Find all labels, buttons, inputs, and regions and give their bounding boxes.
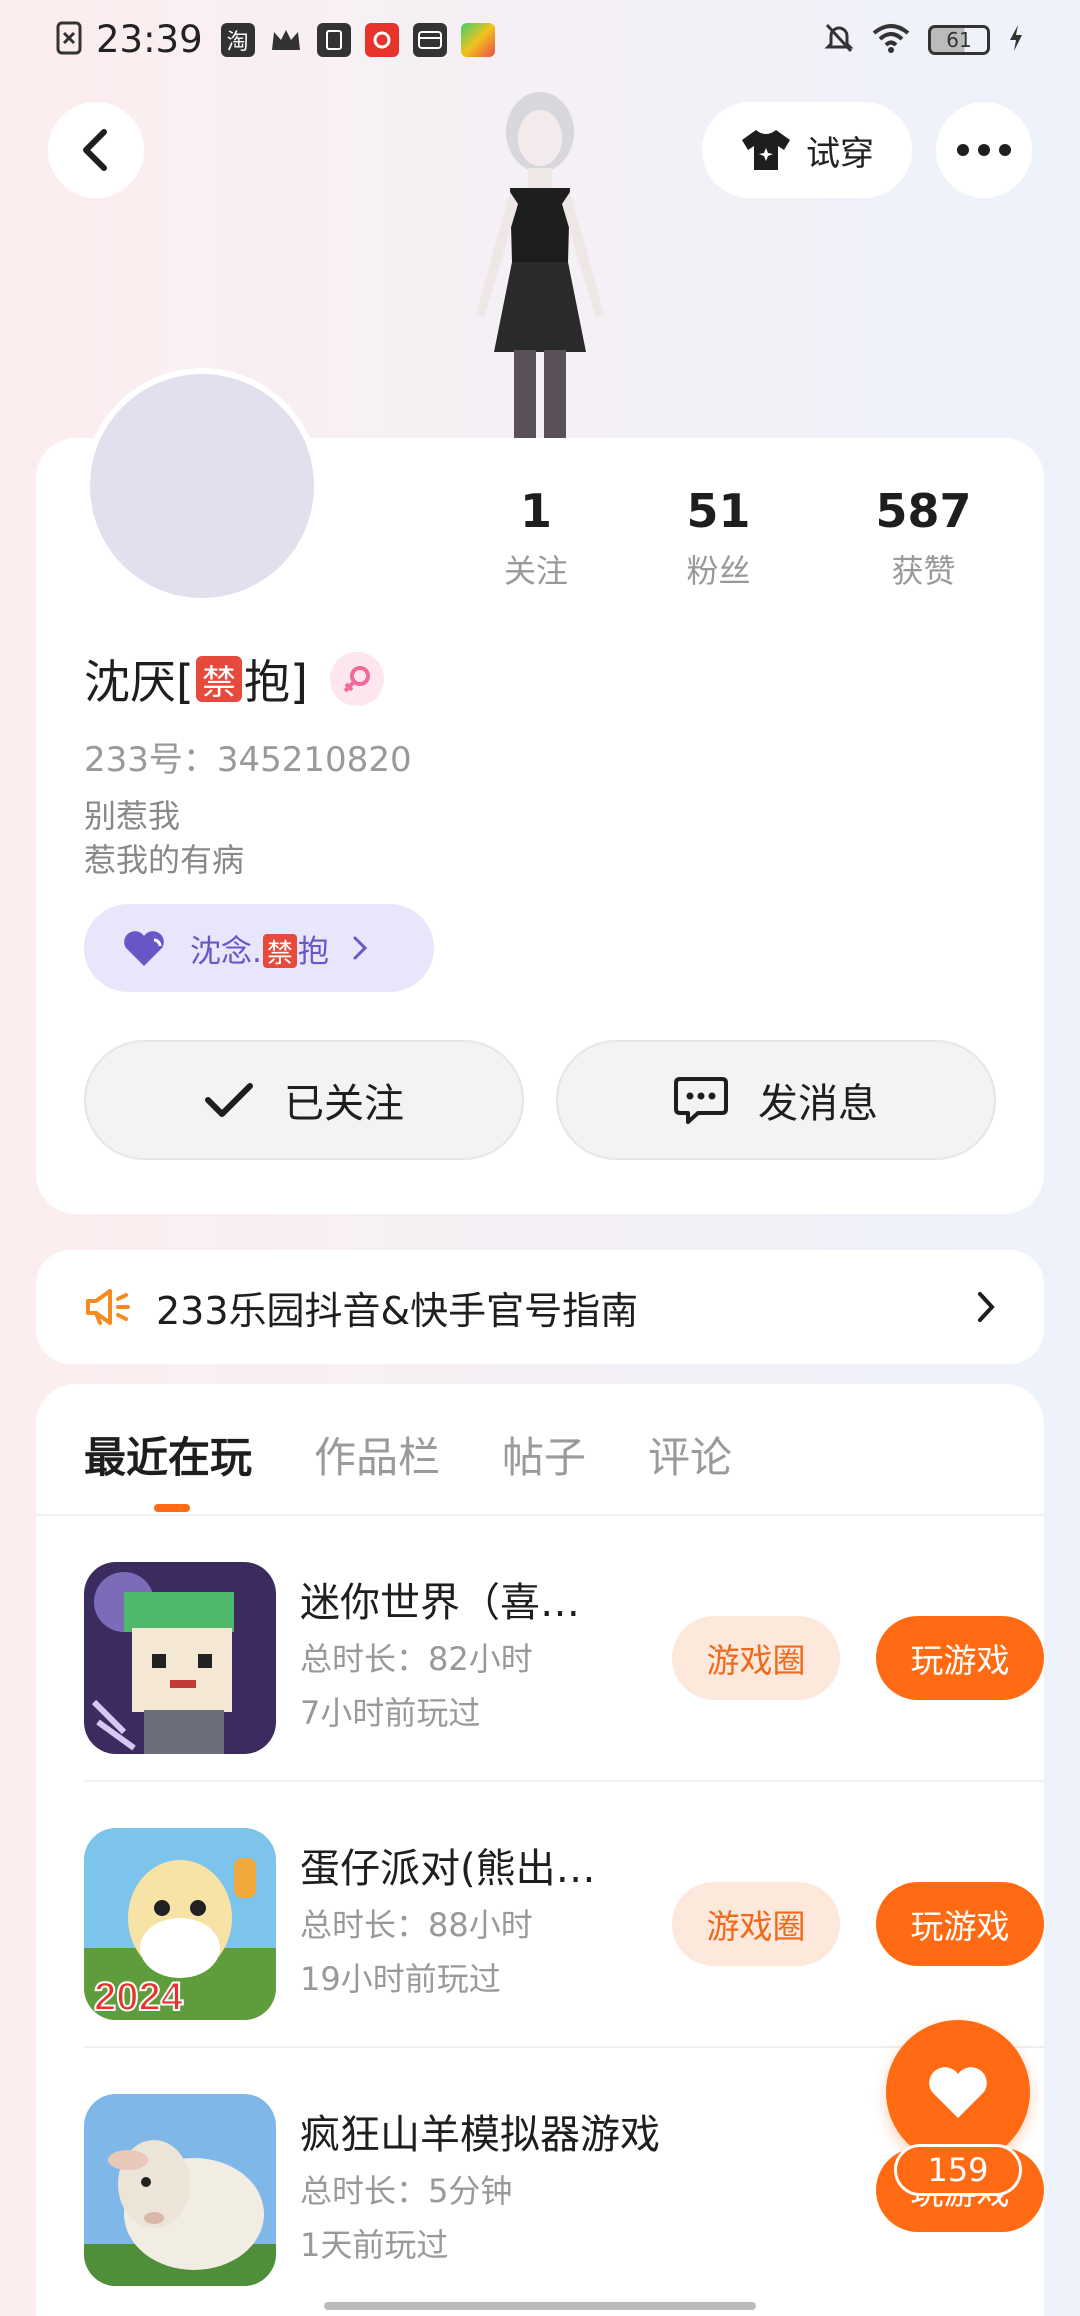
tab-comments[interactable]: 评论 — [648, 1424, 732, 1485]
game-duration: 总时长：88小时 — [300, 1906, 533, 1944]
stat-value: 51 — [686, 484, 751, 538]
svg-text:2024: 2024 — [94, 1975, 184, 2019]
stat-label: 粉丝 — [686, 552, 751, 590]
notice-bar[interactable]: 233乐园抖音&快手官号指南 — [36, 1250, 1044, 1364]
more-button[interactable] — [936, 102, 1032, 198]
like-count-badge: 159 — [894, 2144, 1022, 2196]
heart-icon — [929, 2067, 987, 2118]
megaphone-icon — [86, 1289, 130, 1325]
game-title: 疯狂山羊模拟器游戏 — [300, 2112, 660, 2158]
try-on-label: 试穿 — [806, 133, 874, 174]
charging-icon — [1008, 24, 1024, 56]
bio: 别惹我 惹我的有病 — [84, 794, 244, 882]
tshirt-icon — [742, 130, 790, 170]
active-tab-indicator — [154, 1504, 190, 1512]
following-label: 已关注 — [284, 1081, 404, 1127]
game-last-played: 19小时前玩过 — [300, 1960, 501, 1998]
back-button[interactable] — [48, 102, 144, 198]
tab-works[interactable]: 作品栏 — [314, 1424, 440, 1485]
send-message-label: 发消息 — [758, 1081, 878, 1127]
profile-stats: 1 关注 51 粉丝 587 获赞 — [456, 484, 1026, 592]
like-button[interactable] — [886, 2020, 1030, 2164]
chevron-right-icon — [978, 1292, 995, 1322]
notice-text: 233乐园抖音&快手官号指南 — [156, 1288, 639, 1333]
status-right: 61 — [824, 22, 1024, 58]
stat-value: 1 — [519, 484, 552, 538]
crown-icon — [269, 23, 303, 57]
app-icon — [316, 22, 351, 57]
wifi-icon — [872, 23, 910, 57]
sim-icon — [56, 21, 82, 59]
avatar-3d-figure[interactable] — [440, 84, 640, 440]
card-icon — [412, 22, 447, 57]
stat-fans[interactable]: 51 粉丝 — [616, 484, 821, 592]
goat-simulator-game-icon[interactable] — [84, 2094, 276, 2286]
username-part1: 沈厌[ — [84, 655, 194, 709]
check-icon — [205, 1083, 253, 1117]
stat-value: 587 — [875, 484, 972, 538]
try-on-button[interactable]: 试穿 — [702, 102, 912, 198]
game-duration: 总时长：5分钟 — [300, 2172, 513, 2210]
heart-icon — [124, 931, 164, 966]
user-id: 233号：345210820 — [84, 740, 412, 780]
family-label-part2: 抱 — [297, 933, 329, 970]
play-game-button[interactable]: 玩游戏 — [876, 1616, 1044, 1700]
message-icon — [674, 1077, 728, 1124]
mini-world-game-icon[interactable] — [84, 1562, 276, 1754]
more-dots-icon — [957, 144, 1011, 156]
game-title: 蛋仔派对(熊出… — [300, 1846, 596, 1892]
tab-posts[interactable]: 帖子 — [502, 1424, 586, 1485]
battery-indicator: 61 — [928, 25, 990, 55]
status-time: 23:39 — [96, 18, 203, 61]
status-bar: 23:39 淘 61 — [0, 0, 1080, 84]
game-last-played: 1天前玩过 — [300, 2226, 449, 2264]
chevron-right-icon — [353, 936, 367, 960]
taobao-icon: 淘 — [220, 22, 255, 57]
stat-likes[interactable]: 587 获赞 — [821, 484, 1026, 592]
stat-label: 获赞 — [891, 552, 956, 590]
stat-label: 关注 — [503, 552, 568, 590]
game-center-icon — [460, 22, 495, 57]
mute-icon — [824, 22, 854, 58]
game-row[interactable]: 迷你世界（喜… 总时长：82小时 7小时前玩过 游戏圈 玩游戏 — [84, 1516, 1044, 1782]
bio-line: 惹我的有病 — [84, 841, 245, 879]
play-game-button[interactable]: 玩游戏 — [876, 1882, 1044, 1966]
family-label-part1: 沈念. — [190, 933, 262, 970]
profile-tabs: 最近在玩 作品栏 帖子 评论 — [84, 1424, 732, 1485]
username-row: 沈厌[ 禁 抱] — [84, 646, 384, 712]
shopping-icon — [364, 22, 399, 57]
profile-card: 1 关注 51 粉丝 587 获赞 沈厌[ 禁 抱] 233号：34521082… — [36, 368, 1044, 1214]
game-circle-button[interactable]: 游戏圈 — [672, 1882, 840, 1966]
username-part2: 抱] — [243, 655, 308, 709]
stat-following[interactable]: 1 关注 — [456, 484, 616, 592]
send-message-button[interactable]: 发消息 — [556, 1040, 996, 1160]
game-duration: 总时长：82小时 — [300, 1640, 533, 1678]
eggy-party-game-icon[interactable]: 2024 — [84, 1828, 276, 2020]
following-button[interactable]: 已关注 — [84, 1040, 524, 1160]
avatar[interactable] — [84, 368, 320, 604]
family-label: 沈念. 禁抱 — [190, 926, 329, 971]
game-circle-button[interactable]: 游戏圈 — [672, 1616, 840, 1700]
game-row[interactable]: 2024 蛋仔派对(熊出… 总时长：88小时 19小时前玩过 游戏圈 玩游戏 — [84, 1782, 1044, 2048]
tab-recent-play[interactable]: 最近在玩 — [84, 1424, 252, 1485]
family-chip[interactable]: 沈念. 禁抱 — [84, 904, 434, 992]
home-indicator[interactable] — [324, 2302, 756, 2310]
status-left: 23:39 淘 — [56, 18, 495, 61]
game-title: 迷你世界（喜… — [300, 1580, 580, 1626]
ban-emoji-badge: 禁 — [262, 934, 297, 969]
female-gender-icon — [329, 652, 384, 706]
bio-line: 别惹我 — [84, 797, 181, 835]
game-last-played: 7小时前玩过 — [300, 1694, 481, 1732]
ban-emoji-badge: 禁 — [195, 656, 242, 703]
games-card: 最近在玩 作品栏 帖子 评论 迷你世界（喜… 总时长：82小时 7小时前玩过 游… — [36, 1384, 1044, 2316]
back-arrow-icon — [83, 129, 107, 171]
